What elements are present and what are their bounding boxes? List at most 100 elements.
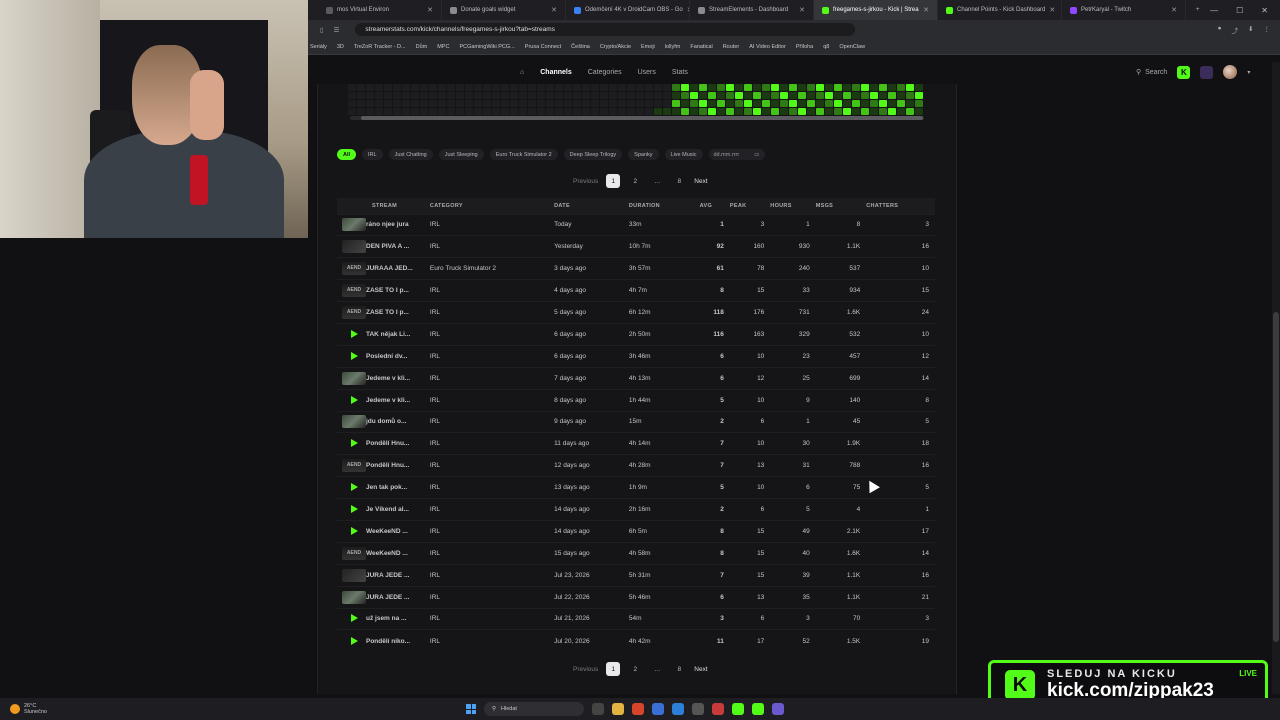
- chrome-icon[interactable]: [712, 703, 724, 715]
- browser-tab[interactable]: freegames-s-jirkou - Kick | Strea ✕: [814, 0, 938, 20]
- heatmap-scrollbar[interactable]: [350, 116, 924, 120]
- download-icon[interactable]: ⬇: [1248, 25, 1253, 35]
- browser-tab[interactable]: Donate goals widget ✕: [442, 0, 566, 20]
- stream-thumbnail[interactable]: AEND: [342, 284, 366, 298]
- table-row[interactable]: Jen tak pok... IRL 13 days ago 1h 9m 5 10 6 75 5: [337, 476, 935, 499]
- stream-title[interactable]: ZASE TO I p...: [366, 309, 409, 316]
- column-header-date[interactable]: DATE: [554, 198, 629, 214]
- play-icon[interactable]: [342, 394, 366, 407]
- bookmark-item[interactable]: OpenClaw: [839, 44, 865, 50]
- table-row[interactable]: AEND ZASE TO I p... IRL 4 days ago 4h 7m 8 15 3…: [337, 279, 935, 302]
- browser-tab[interactable]: Channel Points - Kick Dashboard ✕: [938, 0, 1062, 20]
- nav-link-stats[interactable]: Stats: [672, 69, 688, 76]
- bookmark-item[interactable]: AI Video Editor: [749, 44, 786, 50]
- stream-title[interactable]: Poslední dv...: [366, 353, 407, 360]
- filter-chip[interactable]: Euro Truck Simulator 2: [489, 149, 558, 160]
- filter-chip[interactable]: Deep Sleep Trilogy: [563, 149, 623, 160]
- stream-title[interactable]: WeeKeeND ...: [366, 550, 408, 557]
- column-header-category[interactable]: CATEGORY: [429, 198, 555, 214]
- tab-close-icon[interactable]: ✕: [923, 6, 929, 14]
- column-header-peak[interactable]: PEAK: [729, 198, 771, 214]
- bookmark-item[interactable]: Seriály: [310, 44, 327, 50]
- pagination-next[interactable]: Next: [694, 666, 707, 673]
- play-icon[interactable]: [342, 350, 366, 363]
- tab-close-icon[interactable]: ✕: [427, 6, 433, 14]
- bookmark-item[interactable]: Emoji: [641, 44, 655, 50]
- pagination-previous[interactable]: Previous: [573, 178, 598, 185]
- pagination-page[interactable]: 1: [606, 174, 621, 188]
- page-scrollbar[interactable]: [1272, 62, 1280, 694]
- stream-thumbnail[interactable]: AEND: [342, 546, 366, 560]
- new-tab-icon[interactable]: +: [1186, 7, 1210, 13]
- date-filter-input[interactable]: dd.mm.rrrr ▭: [708, 149, 765, 160]
- cell-stream[interactable]: JURA JEDE ...: [337, 563, 430, 587]
- column-header-hours[interactable]: HOURS: [770, 198, 816, 214]
- bookmark-item[interactable]: Čeština: [571, 44, 590, 50]
- vscode-icon[interactable]: [672, 703, 684, 715]
- cell-stream[interactable]: TAK nějak Li...: [337, 322, 430, 346]
- stream-thumbnail[interactable]: AEND: [342, 306, 366, 319]
- stream-title[interactable]: Jedeme v kli...: [366, 397, 410, 404]
- cell-stream[interactable]: Poslední dv...: [337, 344, 430, 368]
- table-row[interactable]: TAK nějak Li... IRL 6 days ago 2h 50m 116 163…: [337, 322, 935, 346]
- cell-stream[interactable]: Pondělí niko...: [337, 629, 430, 652]
- column-header-chatters[interactable]: CHATTERS: [866, 198, 935, 214]
- windows-start-icon[interactable]: [466, 704, 476, 714]
- stream-thumbnail[interactable]: [342, 568, 366, 582]
- discord-icon[interactable]: [772, 703, 784, 715]
- heatmap-scroll-thumb[interactable]: [361, 116, 923, 120]
- bookmark-item[interactable]: Router: [723, 44, 740, 50]
- table-row[interactable]: jdu domů o... IRL 9 days ago 15m 2 6 1 45 5: [337, 410, 935, 433]
- stream-title[interactable]: ZASE TO I p...: [366, 287, 409, 294]
- cell-stream[interactable]: Jen tak pok...: [337, 476, 430, 499]
- browser-tab[interactable]: StreamElements - Dashboard ✕: [690, 0, 814, 20]
- cell-stream[interactable]: AEND ZASE TO I p...: [337, 279, 430, 302]
- kick-icon[interactable]: K: [1177, 65, 1191, 79]
- stream-title[interactable]: jdu domů o...: [366, 419, 406, 426]
- cell-stream[interactable]: Jedeme v kli...: [337, 366, 430, 390]
- browser-tab[interactable]: mos Virtual Environ ✕: [318, 0, 442, 20]
- bookmark-item[interactable]: TreZoR Tracker - D...: [354, 44, 406, 50]
- filter-chip[interactable]: Live Music: [664, 149, 703, 160]
- play-icon[interactable]: [342, 503, 366, 516]
- filter-chip[interactable]: Just Sleeping: [438, 149, 484, 160]
- search-link[interactable]: Search: [1145, 69, 1167, 76]
- filter-chip[interactable]: IRL: [362, 149, 383, 160]
- bookmark-item[interactable]: PCGamingWiki PCG...: [459, 44, 514, 50]
- bookmark-item[interactable]: Příloha: [796, 44, 813, 50]
- stream-title[interactable]: ráno njee jura: [366, 222, 409, 229]
- stream-title[interactable]: Jen tak pok...: [366, 484, 407, 491]
- minimize-icon[interactable]: —: [1210, 6, 1218, 15]
- cell-stream[interactable]: už jsem na ...: [337, 607, 430, 630]
- table-row[interactable]: Pondělí niko... IRL Jul 20, 2026 4h 42m 11 17…: [337, 629, 935, 652]
- cell-stream[interactable]: AEND JURAAA JED...: [337, 257, 430, 280]
- site-info-icon[interactable]: ☰: [334, 26, 340, 34]
- table-row[interactable]: JURA JEDE ... IRL Jul 23, 2026 5h 31m 7 15 39 1…: [337, 563, 935, 587]
- weather-widget[interactable]: 26°C Slunečno: [0, 703, 47, 715]
- task-view-icon[interactable]: [592, 703, 604, 715]
- stream-title[interactable]: JURAAA JED...: [366, 265, 413, 272]
- bookmark-item[interactable]: Dům: [416, 44, 428, 50]
- pagination-page[interactable]: 2: [628, 174, 642, 188]
- terminal-icon[interactable]: [652, 703, 664, 715]
- stream-thumbnail[interactable]: [342, 371, 366, 385]
- bookmark-item[interactable]: MPC: [437, 44, 449, 50]
- play-icon[interactable]: [342, 525, 366, 538]
- browser-tab[interactable]: PetrKaryal - Twitch ✕: [1062, 0, 1186, 20]
- pagination-page[interactable]: 8: [672, 662, 686, 676]
- home-icon[interactable]: ⌂: [520, 69, 524, 76]
- play-icon[interactable]: [342, 481, 366, 494]
- browser-tab[interactable]: Odemčení 4K v DroidCam OBS - Go✕: [566, 0, 690, 20]
- cell-stream[interactable]: AEND WeeKeeND ...: [337, 541, 430, 565]
- cell-stream[interactable]: Pondělí Hnu...: [337, 432, 430, 455]
- stream-title[interactable]: JURA JEDE ...: [366, 572, 409, 579]
- filter-chip[interactable]: Spanky: [628, 149, 659, 160]
- stream-title[interactable]: JURA JEDE ...: [366, 594, 409, 601]
- bookmark-star-icon[interactable]: ▯: [320, 26, 324, 34]
- play-icon[interactable]: [342, 612, 366, 625]
- url-field[interactable]: streamerstats.com/kick/channels/freegame…: [355, 23, 856, 36]
- table-row[interactable]: AEND Pondělí Hnu... IRL 12 days ago 4h 28m 7 1…: [337, 454, 935, 477]
- menu-icon[interactable]: ⋮: [1264, 25, 1271, 35]
- kick-play-icon[interactable]: [752, 703, 764, 715]
- column-header-stream[interactable]: STREAM: [337, 198, 430, 214]
